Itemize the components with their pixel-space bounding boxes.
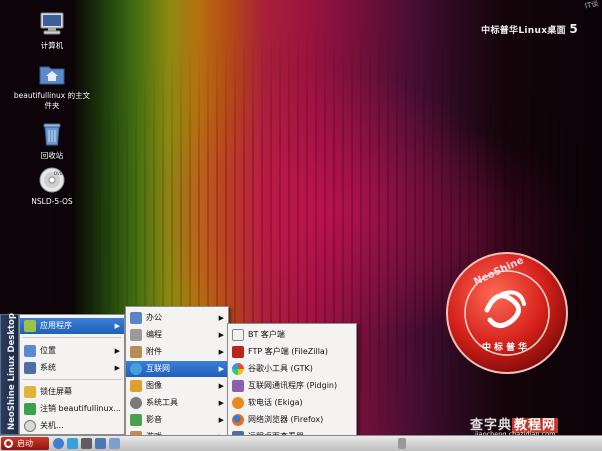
firefox-icon: [232, 414, 244, 426]
logo-caption: 中标普华: [482, 343, 531, 353]
power-icon: [24, 420, 36, 432]
internet-item-filezilla[interactable]: FTP 客户端 (FileZilla): [228, 344, 356, 360]
internet-item-ekiga[interactable]: 软电话 (Ekiga): [228, 395, 356, 411]
start-menu-item-applications[interactable]: 应用程序 ▶: [20, 318, 124, 334]
dvd-icon: DVD: [38, 166, 66, 194]
chevron-right-icon: ▶: [114, 322, 120, 330]
menu-separator: [23, 379, 121, 380]
ekiga-icon: [232, 397, 244, 409]
bt-client-icon: [232, 329, 244, 341]
side-strip: NeoShine Linux Desktop: [0, 313, 19, 435]
apps-item-accessories[interactable]: 附件 ▶: [126, 344, 228, 360]
menu-separator: [23, 337, 121, 338]
mail-launcher-icon[interactable]: [67, 438, 78, 449]
applications-submenu: 办公 ▶ 编程 ▶ 附件 ▶ 互联网 ▶ 图像 ▶ 系统工具 ▶ 影音 ▶ 游戏…: [125, 306, 229, 450]
svg-text:DVD: DVD: [54, 171, 63, 176]
apps-item-multimedia[interactable]: 影音 ▶: [126, 412, 228, 428]
trash-icon: [38, 120, 66, 148]
internet-item-pidgin[interactable]: 互联网通讯程序 (Pidgin): [228, 378, 356, 394]
chevron-right-icon: ▶: [218, 382, 224, 390]
terminal-launcher-icon[interactable]: [81, 438, 92, 449]
computer-icon: [38, 10, 66, 38]
graphics-icon: [130, 380, 142, 392]
start-menu-item-logout[interactable]: 注销 beautifullinux...: [20, 401, 124, 417]
pidgin-icon: [232, 380, 244, 392]
chevron-right-icon: ▶: [114, 347, 120, 355]
show-desktop-icon[interactable]: [95, 438, 106, 449]
chevron-right-icon: ▶: [218, 348, 224, 356]
internet-item-gadgets[interactable]: 谷歌小工具 (GTK): [228, 361, 356, 377]
system-icon: [24, 362, 36, 374]
start-menu-item-shutdown[interactable]: 关机...: [20, 418, 124, 434]
filezilla-icon: [232, 346, 244, 358]
system-tools-icon: [130, 397, 142, 409]
desktop-brand: 中标普华Linux桌面 5: [481, 22, 578, 36]
chevron-right-icon: ▶: [218, 365, 224, 373]
multimedia-icon: [130, 414, 142, 426]
desktop-icon-dvd[interactable]: DVD NSLD-5-OS: [12, 166, 92, 207]
internet-item-firefox[interactable]: 网络浏览器 (Firefox): [228, 412, 356, 428]
apps-item-system-tools[interactable]: 系统工具 ▶: [126, 395, 228, 411]
apps-item-programming[interactable]: 编程 ▶: [126, 327, 228, 343]
apps-item-graphics[interactable]: 图像 ▶: [126, 378, 228, 394]
desktop-icon-computer[interactable]: 计算机: [12, 10, 92, 51]
start-logo-icon: [4, 439, 13, 448]
accessories-icon: [130, 346, 142, 358]
desktop-icon-trash[interactable]: 回收站: [12, 120, 92, 161]
programming-icon: [130, 329, 142, 341]
home-folder-icon: [38, 60, 66, 88]
start-menu-item-system[interactable]: 系统 ▶: [20, 360, 124, 376]
lock-icon: [24, 386, 36, 398]
desktop-icon-home[interactable]: beautifullinux 的主文件夹: [12, 60, 92, 111]
gadgets-icon: [232, 363, 244, 375]
start-menu: 应用程序 ▶ 位置 ▶ 系统 ▶ 锁住屏幕 注销 beautifullinux.…: [19, 314, 125, 435]
applications-icon: [24, 320, 36, 332]
start-menu-item-lock-screen[interactable]: 锁住屏幕: [20, 384, 124, 400]
side-strip-label: NeoShine Linux Desktop: [7, 313, 17, 430]
chevron-right-icon: ▶: [218, 416, 224, 424]
logout-icon: [24, 403, 36, 415]
chevron-right-icon: ▶: [218, 331, 224, 339]
site-watermark: 查字典 教程网 jiaocheng.chazidian.com: [470, 414, 600, 438]
workspace-switcher-icon[interactable]: [109, 438, 120, 449]
chevron-right-icon: ▶: [218, 314, 224, 322]
apps-item-office[interactable]: 办公 ▶: [126, 310, 228, 326]
chevron-right-icon: ▶: [114, 364, 120, 372]
internet-item-bt[interactable]: BT 客户端: [228, 327, 356, 343]
places-icon: [24, 345, 36, 357]
browser-launcher-icon[interactable]: [53, 438, 64, 449]
neoshine-logo: NeoShine 中标普华: [442, 248, 572, 378]
globe-icon: [130, 363, 142, 375]
chevron-right-icon: ▶: [218, 399, 224, 407]
tray-icon[interactable]: [398, 438, 406, 449]
apps-item-internet[interactable]: 互联网 ▶: [126, 361, 228, 377]
taskbar: 启动: [0, 435, 602, 451]
internet-submenu: BT 客户端 FTP 客户端 (FileZilla) 谷歌小工具 (GTK) 互…: [227, 323, 357, 450]
office-icon: [130, 312, 142, 324]
start-menu-item-places[interactable]: 位置 ▶: [20, 343, 124, 359]
start-button[interactable]: 启动: [1, 437, 49, 450]
